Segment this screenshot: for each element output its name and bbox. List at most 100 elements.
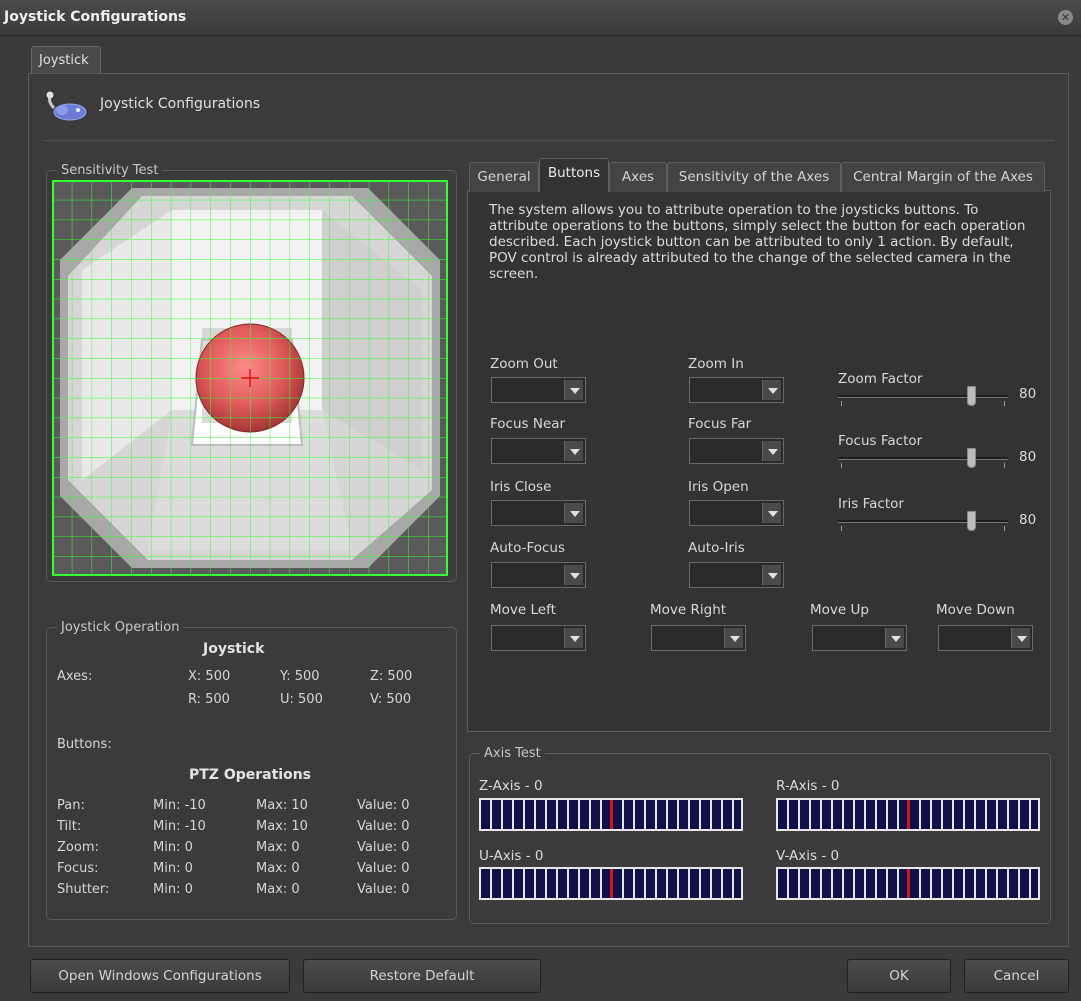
slider-thumb[interactable] [966,386,976,406]
ptz-row-min: Min: 0 [153,840,193,855]
slider-track [838,520,1008,523]
move-up-label: Move Up [810,602,869,618]
title-bar: Joystick Configurations ✕ [0,0,1081,36]
v-axis-label: V-Axis - 0 [776,848,840,864]
zoom-out-select[interactable] [491,377,586,403]
iris-close-label: Iris Close [490,479,552,495]
auto-focus-label: Auto-Focus [490,540,566,556]
slider-tick [841,401,842,406]
tab-sensitivity-of-axes[interactable]: Sensitivity of the Axes [667,162,841,192]
iris-open-label: Iris Open [688,479,749,495]
auto-iris-label: Auto-Iris [688,540,745,556]
axis-r-value: R: 500 [188,692,230,707]
chevron-down-icon[interactable] [564,628,583,648]
slider-tick [1004,401,1005,406]
auto-focus-select[interactable] [491,562,586,588]
header-label: Joystick Configurations [100,96,261,112]
chevron-down-icon[interactable] [564,503,583,523]
focus-far-label: Focus Far [688,416,752,432]
chevron-down-icon[interactable] [762,503,781,523]
move-right-label: Move Right [650,602,727,618]
move-right-select[interactable] [651,625,746,651]
chevron-down-icon[interactable] [885,628,904,648]
focus-far-select[interactable] [689,438,784,464]
tab-axes[interactable]: Axes [609,162,667,192]
axis-y-value: Y: 500 [280,669,320,684]
chevron-down-icon[interactable] [724,628,743,648]
ptz-row-name: Shutter: [57,882,110,897]
operation-legend: Joystick Operation [61,620,180,635]
axis-marker [609,800,613,829]
axis-z-value: Z: 500 [370,669,413,684]
slider-tick [1004,463,1005,468]
focus-factor-slider[interactable] [838,448,1008,470]
sensitivity-legend: Sensitivity Test [61,163,159,178]
ptz-row-name: Pan: [57,798,85,813]
ptz-heading: PTZ Operations [189,767,312,783]
iris-close-select[interactable] [491,500,586,526]
sensitivity-canvas[interactable] [52,180,448,576]
ptz-row-value: Value: 0 [357,861,410,876]
zoom-in-select[interactable] [689,377,784,403]
chevron-down-icon[interactable] [762,441,781,461]
ptz-row-name: Zoom: [57,840,99,855]
open-windows-configurations-button[interactable]: Open Windows Configurations [30,959,290,993]
slider-thumb[interactable] [966,448,976,468]
ptz-row-value: Value: 0 [357,798,410,813]
tab-joystick[interactable]: Joystick [31,46,101,74]
move-left-select[interactable] [491,625,586,651]
move-down-select[interactable] [938,625,1033,651]
ptz-row-max: Max: 0 [256,861,300,876]
u-axis-label: U-Axis - 0 [479,848,544,864]
u-axis-bar [479,867,743,900]
z-axis-label: Z-Axis - 0 [479,778,543,794]
slider-tick [841,463,842,468]
slider-thumb[interactable] [966,511,976,531]
header-divider [44,140,1054,141]
ptz-row-name: Focus: [57,861,99,876]
window-title: Joystick Configurations [4,9,187,25]
focus-factor-value: 80 [1019,449,1037,465]
ptz-row-max: Max: 10 [256,798,308,813]
ptz-row-value: Value: 0 [357,840,410,855]
move-down-label: Move Down [936,602,1015,618]
close-icon[interactable]: ✕ [1058,10,1073,25]
iris-factor-slider[interactable] [838,511,1008,533]
focus-near-label: Focus Near [490,416,566,432]
ptz-row-min: Min: -10 [153,819,206,834]
axis-x-value: X: 500 [188,669,231,684]
zoom-factor-value: 80 [1019,386,1037,402]
iris-factor-value: 80 [1019,512,1037,528]
focus-near-select[interactable] [491,438,586,464]
axis-u-value: U: 500 [280,692,323,707]
zoom-factor-slider[interactable] [838,386,1008,408]
move-left-label: Move Left [490,602,556,618]
chevron-down-icon[interactable] [564,565,583,585]
tab-buttons[interactable]: Buttons [539,158,609,192]
slider-track [838,457,1008,460]
chevron-down-icon[interactable] [1011,628,1030,648]
ptz-row-value: Value: 0 [357,819,410,834]
axis-test-legend: Axis Test [484,746,541,761]
slider-tick [841,526,842,531]
axis-marker [906,869,910,898]
tab-central-margin-of-axes[interactable]: Central Margin of the Axes [841,162,1045,192]
auto-iris-select[interactable] [689,562,784,588]
r-axis-label: R-Axis - 0 [776,778,840,794]
slider-track [838,395,1008,398]
chevron-down-icon[interactable] [564,380,583,400]
chevron-down-icon[interactable] [762,565,781,585]
cancel-button[interactable]: Cancel [964,959,1069,993]
iris-open-select[interactable] [689,500,784,526]
tab-general[interactable]: General [469,162,539,192]
chevron-down-icon[interactable] [564,441,583,461]
ptz-row-min: Min: 0 [153,861,193,876]
restore-default-button[interactable]: Restore Default [303,959,541,993]
ok-button[interactable]: OK [847,959,951,993]
axis-v-value: V: 500 [370,692,412,707]
ptz-row-max: Max: 0 [256,840,300,855]
slider-tick [1004,526,1005,531]
axis-marker [906,800,910,829]
move-up-select[interactable] [812,625,907,651]
chevron-down-icon[interactable] [762,380,781,400]
